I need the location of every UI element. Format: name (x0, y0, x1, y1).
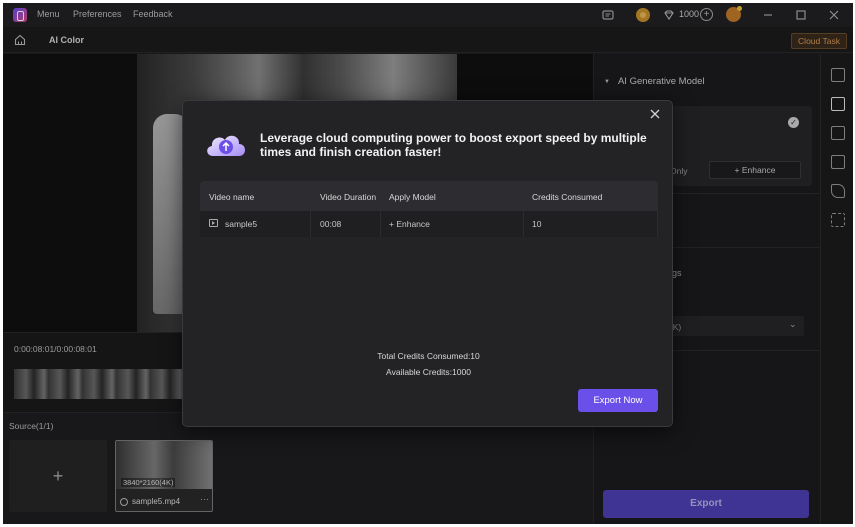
col-apply-model: Apply Model (389, 192, 436, 202)
export-now-button[interactable]: Export Now (578, 389, 658, 412)
row-video-duration: 00:08 (320, 219, 342, 229)
credits-table: Video name Video Duration Apply Model Cr… (200, 181, 658, 237)
col-video-name: Video name (209, 192, 255, 202)
row-credits-consumed: 10 (532, 219, 542, 229)
close-icon[interactable] (648, 107, 662, 121)
app-window: Menu Preferences Feedback 1000 + AI Colo… (3, 3, 853, 524)
col-video-duration: Video Duration (320, 192, 377, 202)
video-file-icon (209, 219, 218, 227)
cell-divider (380, 211, 381, 237)
col-credits-consumed: Credits Consumed (532, 192, 603, 202)
row-apply-model: + Enhance (389, 219, 430, 229)
cell-divider (310, 211, 311, 237)
cell-divider (523, 211, 524, 237)
cloud-export-dialog: Leverage cloud computing power to boost … (182, 100, 673, 427)
dialog-title: Leverage cloud computing power to boost … (260, 131, 647, 159)
row-video-name: sample5 (225, 219, 258, 229)
available-credits: Available Credits:1000 (386, 367, 471, 377)
cloud-upload-icon (203, 126, 249, 162)
total-credits: Total Credits Consumed:10 (377, 351, 480, 361)
table-header: Video name Video Duration Apply Model Cr… (200, 181, 658, 211)
cell-divider (657, 211, 658, 237)
